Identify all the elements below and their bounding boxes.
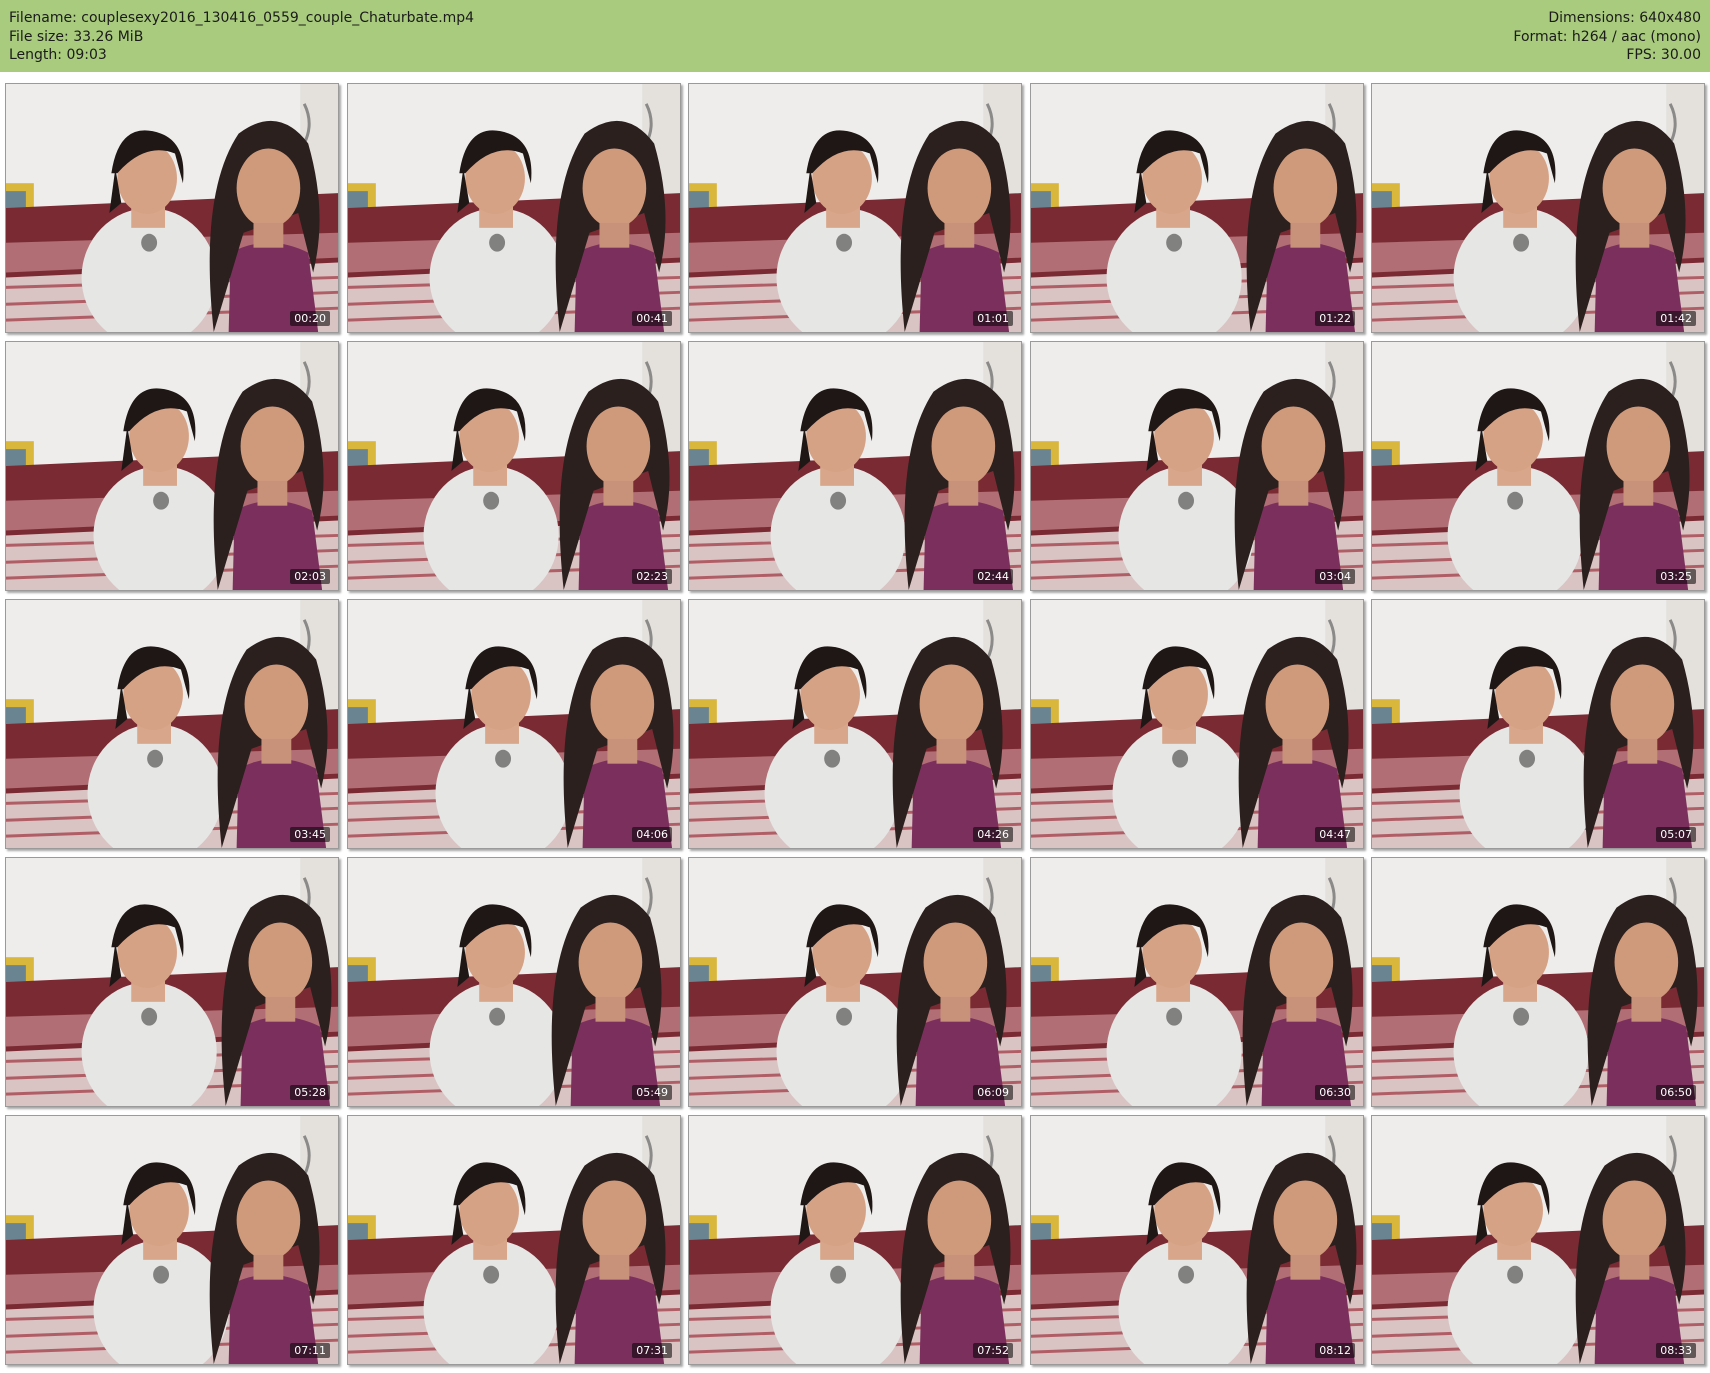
- video-frame-image: [689, 1116, 1021, 1364]
- frame-timestamp: 00:20: [290, 311, 330, 326]
- length-text: Length: 09:03: [9, 47, 107, 63]
- video-frame-image: [6, 600, 338, 848]
- video-frame-image: [1372, 858, 1704, 1106]
- frame-timestamp: 07:31: [632, 1343, 672, 1358]
- thumbnail-frame: 08:12: [1030, 1115, 1364, 1365]
- frame-timestamp: 01:01: [973, 311, 1013, 326]
- thumbnail-frame: 05:28: [5, 857, 339, 1107]
- frame-timestamp: 01:22: [1315, 311, 1355, 326]
- video-frame-image: [1372, 342, 1704, 590]
- filesize-text: File size: 33.26 MiB: [9, 28, 144, 45]
- thumbnail-frame: 01:01: [688, 83, 1022, 333]
- video-frame-image: [1031, 600, 1363, 848]
- frame-timestamp: 03:45: [290, 827, 330, 842]
- thumbnail-frame: 07:11: [5, 1115, 339, 1365]
- video-frame-image: [1372, 1116, 1704, 1364]
- frame-timestamp: 05:07: [1656, 827, 1696, 842]
- video-frame-image: [1031, 858, 1363, 1106]
- video-frame-image: [689, 84, 1021, 332]
- frame-timestamp: 02:23: [632, 569, 672, 584]
- frame-timestamp: 07:11: [290, 1343, 330, 1358]
- video-frame-image: [6, 1116, 338, 1364]
- video-frame-image: [348, 1116, 680, 1364]
- video-frame-image: [1031, 342, 1363, 590]
- frame-timestamp: 06:09: [973, 1085, 1013, 1100]
- thumbnail-frame: 03:45: [5, 599, 339, 849]
- video-frame-image: [689, 600, 1021, 848]
- thumbnail-frame: 02:03: [5, 341, 339, 591]
- frame-timestamp: 07:52: [973, 1343, 1013, 1358]
- video-frame-image: [1372, 84, 1704, 332]
- video-frame-image: [348, 858, 680, 1106]
- thumbnail-frame: 02:44: [688, 341, 1022, 591]
- video-frame-image: [1031, 84, 1363, 332]
- thumbnail-frame: 05:07: [1371, 599, 1705, 849]
- thumbnail-frame: 04:06: [347, 599, 681, 849]
- frame-timestamp: 03:04: [1315, 569, 1355, 584]
- video-frame-image: [1031, 1116, 1363, 1364]
- frame-timestamp: 06:30: [1315, 1085, 1355, 1100]
- fps-text: FPS: 30.00: [1626, 47, 1701, 63]
- thumbnail-frame: 04:47: [1030, 599, 1364, 849]
- video-frame-image: [1372, 600, 1704, 848]
- video-frame-image: [348, 600, 680, 848]
- thumbnail-frame: 00:20: [5, 83, 339, 333]
- video-frame-image: [6, 342, 338, 590]
- frame-timestamp: 04:47: [1315, 827, 1355, 842]
- filename-text: Filename: couplesexy2016_130416_0559_cou…: [9, 10, 475, 26]
- thumbnail-frame: 06:09: [688, 857, 1022, 1107]
- thumbnail-frame: 05:49: [347, 857, 681, 1107]
- video-frame-image: [689, 858, 1021, 1106]
- video-frame-image: [348, 342, 680, 590]
- video-frame-image: [689, 342, 1021, 590]
- info-header: Filename: couplesexy2016_130416_0559_cou…: [0, 0, 1710, 72]
- thumbnail-frame: 06:30: [1030, 857, 1364, 1107]
- thumbnail-frame: 00:41: [347, 83, 681, 333]
- thumbnail-frame: 06:50: [1371, 857, 1705, 1107]
- frame-timestamp: 02:03: [290, 569, 330, 584]
- frame-timestamp: 01:42: [1656, 311, 1696, 326]
- thumbnail-grid: 00:20 00:41 01:01 01:22 01:42 02:03 02:23 02:44…: [5, 83, 1705, 1366]
- frame-timestamp: 00:41: [632, 311, 672, 326]
- video-frame-image: [6, 84, 338, 332]
- frame-timestamp: 06:50: [1656, 1085, 1696, 1100]
- info-left: Filename: couplesexy2016_130416_0559_cou…: [9, 9, 474, 65]
- frame-timestamp: 04:26: [973, 827, 1013, 842]
- thumbnail-frame: 01:42: [1371, 83, 1705, 333]
- thumbnail-frame: 08:33: [1371, 1115, 1705, 1365]
- frame-timestamp: 08:33: [1656, 1343, 1696, 1358]
- thumbnail-frame: 02:23: [347, 341, 681, 591]
- frame-timestamp: 04:06: [632, 827, 672, 842]
- frame-timestamp: 08:12: [1315, 1343, 1355, 1358]
- format-text: Format: h264 / aac (mono): [1513, 28, 1701, 45]
- thumbnail-frame: 03:04: [1030, 341, 1364, 591]
- thumbnail-frame: 04:26: [688, 599, 1022, 849]
- video-frame-image: [6, 858, 338, 1106]
- frame-timestamp: 05:28: [290, 1085, 330, 1100]
- thumbnail-frame: 01:22: [1030, 83, 1364, 333]
- thumbnail-frame: 07:31: [347, 1115, 681, 1365]
- thumbnail-frame: 07:52: [688, 1115, 1022, 1365]
- frame-timestamp: 05:49: [632, 1085, 672, 1100]
- thumbnail-frame: 03:25: [1371, 341, 1705, 591]
- dimensions-text: Dimensions: 640x480: [1548, 10, 1701, 26]
- frame-timestamp: 03:25: [1656, 569, 1696, 584]
- info-right: Dimensions: 640x480 Format: h264 / aac (…: [1513, 9, 1701, 65]
- video-frame-image: [348, 84, 680, 332]
- frame-timestamp: 02:44: [973, 569, 1013, 584]
